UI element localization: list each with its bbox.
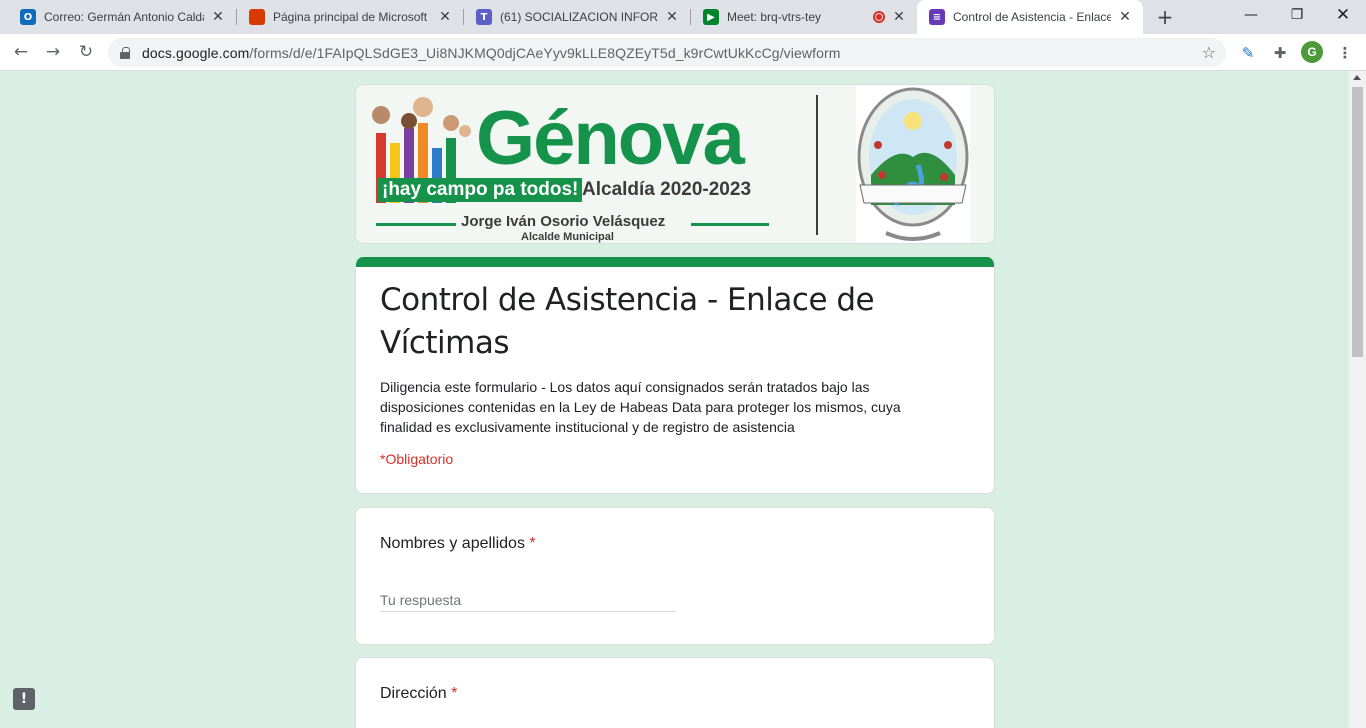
banner-slogan: ¡hay campo pa todos!: [378, 178, 583, 202]
tab-title: Meet: brq-vtrs-tey: [727, 10, 822, 24]
required-asterisk: *: [451, 685, 458, 702]
tab-title: (61) SOCIALIZACION INFORME: [500, 10, 658, 24]
banner-mayor-role: Alcalde Municipal: [521, 231, 614, 243]
nombres-apellidos-input[interactable]: [380, 588, 676, 612]
tab-outlook-mail[interactable]: O Correo: Germán Antonio Caldas ✕: [8, 0, 236, 34]
browser-toolbar: ← → ↻ docs.google.com/forms/d/e/1FAIpQLS…: [0, 34, 1366, 71]
profile-avatar[interactable]: G: [1301, 41, 1323, 63]
reload-icon[interactable]: ↻: [73, 39, 99, 65]
banner-divider: [816, 95, 818, 235]
back-icon[interactable]: ←: [8, 39, 34, 65]
extension-pen-icon[interactable]: ✎: [1237, 42, 1259, 64]
new-tab-button[interactable]: +: [1153, 5, 1177, 29]
meet-icon: ▶: [703, 9, 719, 25]
tab-title: Control de Asistencia - Enlace de Víctim…: [953, 10, 1111, 24]
header-banner-image: Génova ¡hay campo pa todos! Alcaldía 202…: [355, 84, 995, 244]
url-text[interactable]: docs.google.com/forms/d/e/1FAIpQLSdGE3_U…: [142, 45, 841, 61]
question-label: Dirección *: [380, 685, 457, 703]
form-title: Control de Asistencia - Enlace de Víctim…: [380, 282, 875, 361]
scroll-up-arrow-icon[interactable]: [1353, 75, 1361, 80]
required-note: *Obligatorio: [380, 451, 454, 467]
report-feedback-icon[interactable]: !: [13, 688, 35, 710]
close-icon[interactable]: ✕: [664, 9, 680, 25]
tab-meet[interactable]: ▶ Meet: brq-vtrs-tey ✕: [691, 0, 917, 34]
banner-administration: Alcaldía 2020-2023: [582, 179, 752, 200]
extensions-puzzle-icon[interactable]: ✚: [1269, 42, 1291, 64]
minimize-icon[interactable]: —: [1228, 0, 1274, 30]
scrollbar-thumb[interactable]: [1352, 87, 1363, 357]
question-text: Nombres y apellidos: [380, 535, 525, 552]
menu-kebab-icon[interactable]: ⋮: [1334, 42, 1356, 64]
banner-brand: Génova: [476, 96, 745, 181]
close-icon[interactable]: ✕: [437, 9, 453, 25]
banner-mayor-name: Jorge Iván Osorio Velásquez: [461, 213, 666, 230]
window-close-icon[interactable]: ✕: [1320, 0, 1366, 30]
restore-icon[interactable]: ❐: [1274, 0, 1320, 30]
tab-teams[interactable]: T (61) SOCIALIZACION INFORME ✕: [464, 0, 690, 34]
address-bar[interactable]: docs.google.com/forms/d/e/1FAIpQLSdGE3_U…: [108, 38, 1226, 67]
question-card-nombres: Nombres y apellidos *: [355, 507, 995, 645]
url-path: /forms/d/e/1FAIpQLSdGE3_Ui8NJKMQ0djCAeYy…: [249, 44, 841, 61]
recording-icon: [873, 11, 885, 23]
close-icon[interactable]: ✕: [210, 9, 226, 25]
tab-title: Página principal de Microsoft Office: [273, 10, 431, 24]
bookmark-star-icon[interactable]: ☆: [1202, 43, 1216, 62]
tab-office[interactable]: Página principal de Microsoft Office ✕: [237, 0, 463, 34]
required-asterisk: *: [529, 535, 536, 552]
tab-strip: O Correo: Germán Antonio Caldas ✕ Página…: [0, 0, 1366, 34]
question-label: Nombres y apellidos *: [380, 535, 536, 553]
form-header-card: Control de Asistencia - Enlace de Víctim…: [355, 257, 995, 494]
banner-rule-right: [691, 223, 769, 226]
close-icon[interactable]: ✕: [1117, 9, 1133, 25]
banner-rule-left: [376, 223, 456, 226]
form-accent-bar: [356, 257, 994, 267]
lock-icon[interactable]: [120, 46, 130, 59]
form-description: Diligencia este formulario - Los datos a…: [380, 379, 901, 435]
question-text: Dirección: [380, 685, 447, 702]
outlook-icon: O: [20, 9, 36, 25]
question-card-direccion: Dirección *: [355, 657, 995, 728]
forms-icon: ≡: [929, 9, 945, 25]
page-scrollbar[interactable]: [1349, 71, 1366, 728]
municipal-seal-icon: [856, 85, 970, 243]
tab-title: Correo: Germán Antonio Caldas: [44, 10, 204, 24]
tab-forms-active[interactable]: ≡ Control de Asistencia - Enlace de Víct…: [917, 0, 1143, 34]
close-icon[interactable]: ✕: [891, 9, 907, 25]
forward-icon[interactable]: →: [40, 39, 66, 65]
url-host: docs.google.com: [142, 44, 250, 61]
office-icon: [249, 9, 265, 25]
teams-icon: T: [476, 9, 492, 25]
